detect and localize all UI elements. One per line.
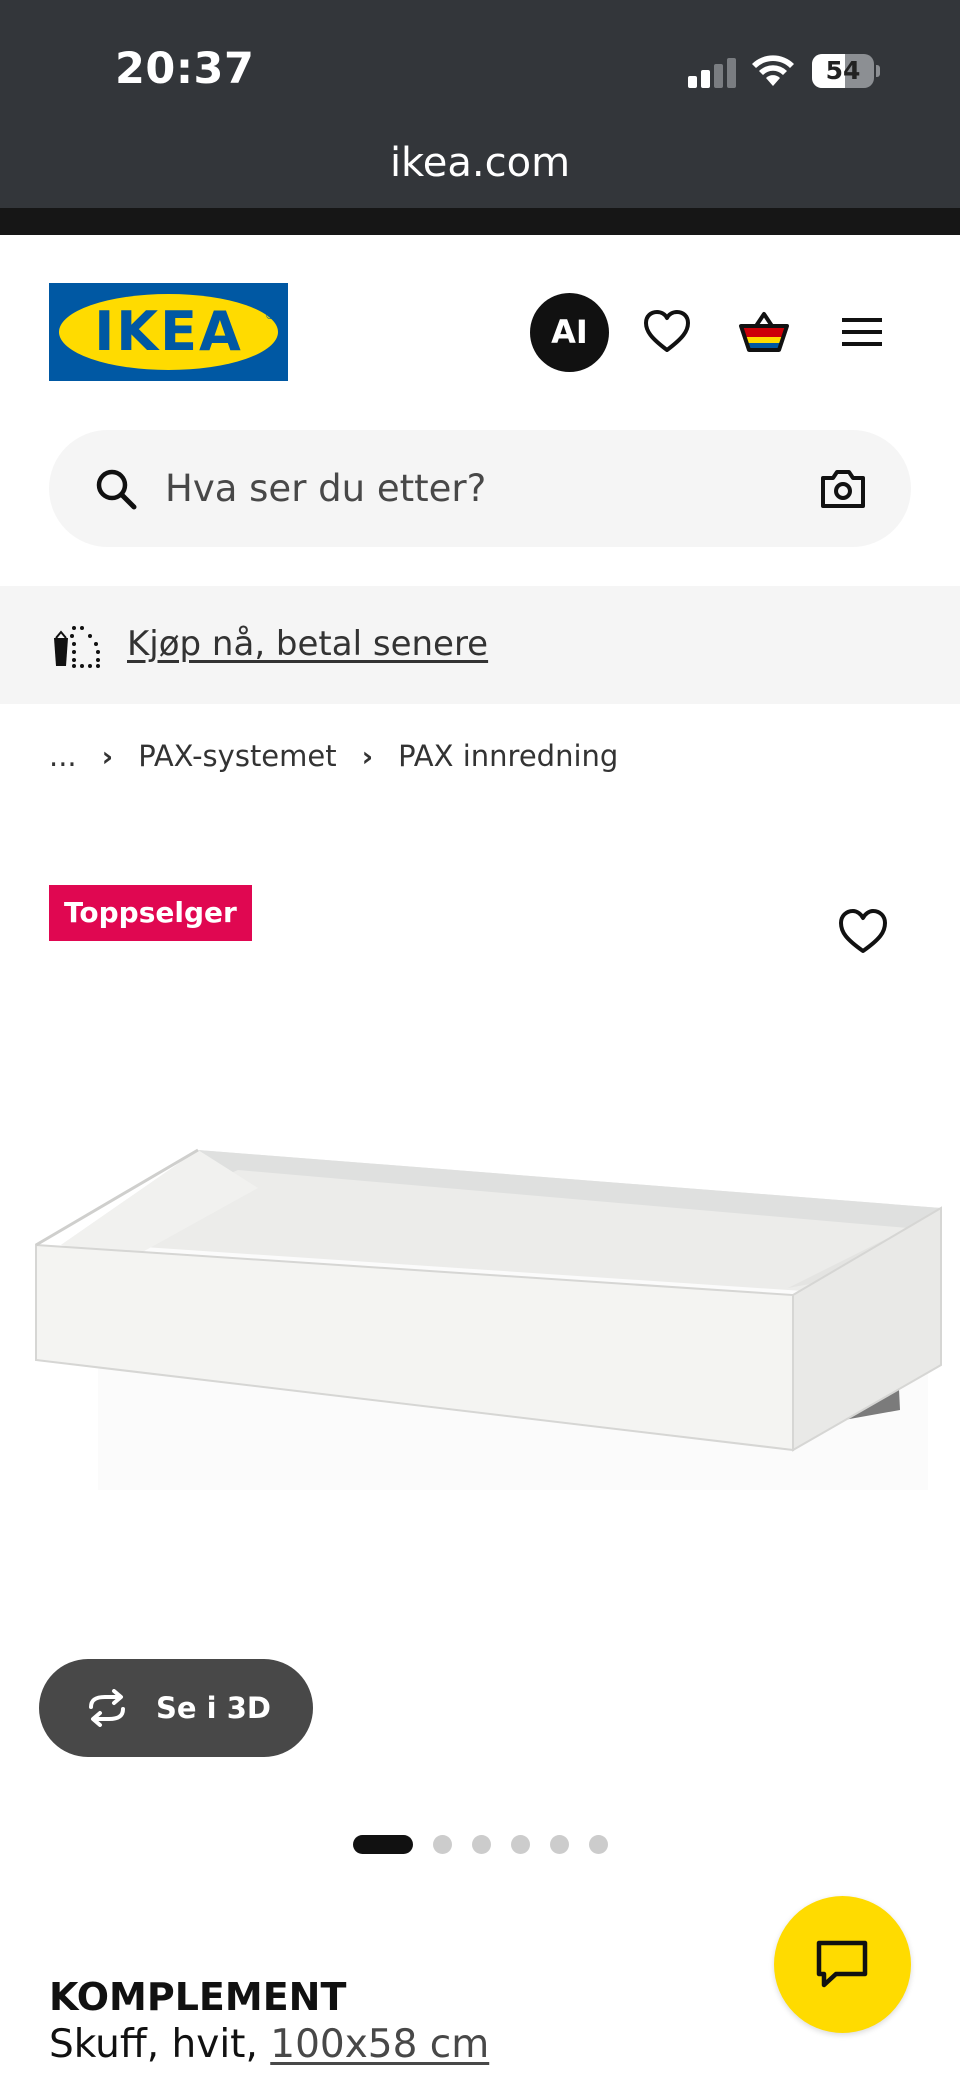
heart-icon[interactable]: [641, 306, 693, 358]
chat-button[interactable]: [774, 1896, 911, 2033]
carousel-dot[interactable]: [589, 1834, 608, 1854]
status-time: 20:37: [115, 44, 255, 94]
carousel-dot[interactable]: [433, 1834, 452, 1854]
carousel-dot[interactable]: [353, 1834, 413, 1854]
carousel-dot[interactable]: [472, 1834, 491, 1854]
battery-icon: 54: [812, 54, 880, 88]
search-bar[interactable]: [49, 430, 911, 547]
battery-percent: 54: [825, 56, 861, 85]
wifi-icon: [752, 55, 794, 86]
breadcrumb: ... › PAX-systemet › PAX innredning: [49, 736, 618, 776]
logo-text: IKEA: [94, 300, 243, 363]
search-input[interactable]: [165, 430, 745, 547]
carousel-dot[interactable]: [511, 1834, 530, 1854]
product-size-link[interactable]: 100x58 cm: [270, 2022, 489, 2067]
view-in-3d-label: Se i 3D: [156, 1691, 271, 1725]
search-icon: [96, 469, 137, 510]
carousel-dot[interactable]: [550, 1834, 569, 1854]
product-description-text: Skuff, hvit,: [49, 2022, 271, 2067]
chat-bubble-icon: [816, 1940, 868, 1988]
breadcrumb-item-pax-interior[interactable]: PAX innredning: [398, 739, 618, 773]
breadcrumb-ellipsis[interactable]: ...: [49, 739, 77, 773]
bag-payment-icon: [54, 626, 100, 668]
chrome-divider: [0, 208, 960, 235]
pay-later-link[interactable]: Kjøp nå, betal senere: [127, 624, 488, 664]
payment-banner: Kjøp nå, betal senere: [0, 586, 960, 704]
browser-chrome: 20:37 54 ikea.com: [0, 0, 960, 208]
breadcrumb-item-pax-system[interactable]: PAX-systemet: [138, 739, 336, 773]
basket-icon[interactable]: [738, 306, 790, 358]
add-to-favourites-icon[interactable]: [836, 906, 890, 956]
chevron-right-icon: ›: [101, 739, 114, 773]
view-in-3d-button[interactable]: Se i 3D: [39, 1659, 313, 1757]
menu-icon[interactable]: [836, 306, 888, 358]
chevron-right-icon: ›: [361, 739, 374, 773]
ai-assistant-button[interactable]: AI: [530, 293, 609, 372]
cellular-signal-icon: [688, 58, 736, 88]
carousel-indicator[interactable]: [353, 1834, 628, 1854]
product-name: KOMPLEMENT: [49, 1975, 347, 2019]
rotate-3d-icon: [89, 1689, 125, 1727]
product-description: Skuff, hvit, 100x58 cm: [49, 2022, 489, 2067]
camera-icon[interactable]: [819, 466, 867, 510]
ikea-logo[interactable]: IKEA ®: [49, 283, 288, 381]
product-image-drawer[interactable]: [28, 1120, 948, 1500]
top-seller-badge: Toppselger: [49, 885, 252, 941]
address-bar[interactable]: ikea.com: [0, 140, 960, 186]
